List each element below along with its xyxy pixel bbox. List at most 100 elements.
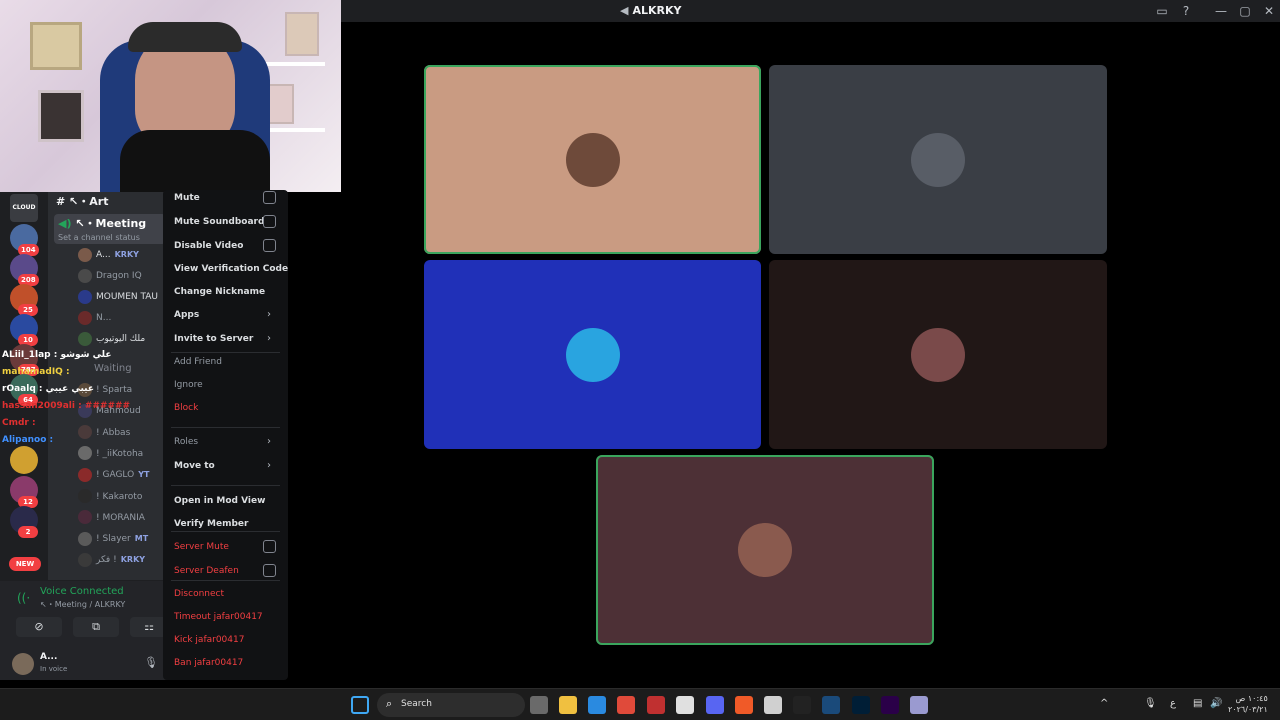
task-view-icon[interactable]	[530, 696, 548, 714]
premiere-icon[interactable]	[881, 696, 899, 714]
chat-message: hassan2009ali : ######	[2, 401, 131, 411]
voice-member[interactable]: N...	[78, 310, 111, 326]
chrome-icon[interactable]	[617, 696, 635, 714]
menu-item[interactable]: Move to	[174, 461, 215, 471]
app-icon[interactable]	[764, 696, 782, 714]
avatar	[78, 289, 92, 304]
menu-item[interactable]: Ignore	[174, 380, 203, 390]
app-icon-red[interactable]	[647, 696, 665, 714]
video-tile[interactable]	[424, 260, 761, 449]
server-icon[interactable]: CLOUD	[10, 194, 38, 222]
voice-member[interactable]: ! Kakaroto	[78, 489, 142, 505]
member-name: ملك اليوتيوب	[96, 334, 146, 344]
menu-item[interactable]: Invite to Server	[174, 334, 253, 344]
voice-member[interactable]: ! MORANIA	[78, 510, 145, 526]
app-icon-2[interactable]	[910, 696, 928, 714]
checkbox[interactable]	[263, 540, 276, 553]
microphone-icon[interactable]: 🎙	[1144, 698, 1157, 709]
store-icon[interactable]	[588, 696, 606, 714]
play-button-award	[285, 12, 319, 56]
capcut-icon[interactable]	[793, 696, 811, 714]
steam-icon[interactable]	[822, 696, 840, 714]
member-name: ! MORANIA	[96, 512, 145, 523]
avatar	[78, 467, 92, 482]
menu-item[interactable]: Roles	[174, 437, 198, 447]
checkbox[interactable]	[263, 191, 276, 204]
member-tag: MT	[134, 534, 149, 544]
keyboard-language[interactable]: ع	[1170, 698, 1176, 709]
menu-item[interactable]: Apps	[174, 310, 199, 320]
menu-item[interactable]: Kick jafar00417	[174, 635, 244, 645]
video-tile[interactable]	[424, 65, 761, 254]
member-tag: YT	[138, 470, 150, 480]
menu-item[interactable]: Add Friend	[174, 357, 222, 367]
network-icon[interactable]: ▤	[1193, 698, 1202, 709]
voice-member[interactable]: MOUMEN TAU	[78, 289, 158, 305]
voice-member[interactable]: ملك اليوتيوب	[78, 331, 145, 347]
close-button[interactable]: ✕	[1261, 3, 1277, 19]
video-tile[interactable]	[596, 455, 934, 645]
chevron-up-icon[interactable]: ^	[1100, 698, 1108, 709]
avatar	[78, 531, 92, 546]
menu-divider	[171, 352, 280, 353]
avatar[interactable]	[12, 653, 34, 675]
chat-message: ALiiI_1lap : علي شوشو	[2, 350, 112, 360]
menu-item[interactable]: Disconnect	[174, 589, 224, 599]
member-name: ! Slayer	[96, 534, 131, 545]
voice-member[interactable]: فكر ! KRKY	[78, 552, 145, 568]
menu-item[interactable]: Block	[174, 403, 198, 413]
menu-item[interactable]: View Verification Code	[174, 264, 288, 274]
search-icon: ⌕	[386, 697, 393, 710]
avatar	[78, 310, 92, 325]
voice-channel[interactable]: ↖・Meeting / ALKRKY	[40, 599, 125, 610]
menu-item[interactable]: Server Deafen	[174, 566, 239, 576]
voice-member[interactable]: ! GAGLO YT	[78, 467, 149, 483]
inbox-icon[interactable]: ▭	[1154, 3, 1170, 19]
obs-icon[interactable]	[676, 696, 694, 714]
menu-item[interactable]: Verify Member	[174, 519, 248, 529]
channel-status[interactable]: Set a channel status	[58, 233, 162, 242]
minimize-button[interactable]: —	[1213, 3, 1229, 19]
file-explorer-icon[interactable]	[559, 696, 577, 714]
checkbox[interactable]	[263, 239, 276, 252]
screen-share-icon[interactable]: ⧉	[73, 617, 119, 637]
checkbox[interactable]	[263, 215, 276, 228]
help-icon[interactable]: ?	[1178, 3, 1194, 19]
voice-member[interactable]: ! Slayer MT	[78, 531, 148, 547]
search-input[interactable]: ⌕ Search	[377, 693, 525, 717]
menu-item[interactable]: Timeout jafar00417	[174, 612, 263, 622]
menu-item[interactable]: Open in Mod View	[174, 496, 265, 506]
menu-item[interactable]: Mute	[174, 193, 200, 203]
voice-member[interactable]: Dragon IQ	[78, 268, 142, 284]
checkbox[interactable]	[263, 564, 276, 577]
channel-meeting[interactable]: ◀) ↖・Meeting Set a channel status	[54, 214, 166, 244]
video-tile[interactable]	[769, 260, 1107, 449]
volume-icon[interactable]: 🔊	[1210, 698, 1222, 709]
menu-item[interactable]: Server Mute	[174, 542, 229, 552]
microphone-icon[interactable]: 🎙	[144, 656, 158, 669]
video-tile[interactable]	[769, 65, 1107, 254]
participant-avatar	[738, 523, 792, 577]
member-name: ! GAGLO	[96, 470, 135, 481]
start-button[interactable]	[351, 696, 369, 714]
photoshop-icon[interactable]	[852, 696, 870, 714]
brave-icon[interactable]	[735, 696, 753, 714]
menu-item[interactable]: Ban jafar00417	[174, 658, 243, 668]
menu-divider	[171, 531, 280, 532]
member-tag: KRKY	[120, 555, 146, 565]
avatar	[78, 331, 92, 346]
voice-status[interactable]: Voice Connected	[40, 586, 124, 597]
context-menu: Mute Mute Soundboard Disable Video View Ver…	[163, 190, 288, 680]
menu-item[interactable]: Mute Soundboard	[174, 217, 264, 227]
maximize-button[interactable]: ▢	[1237, 3, 1253, 19]
signal-icon: ((·	[17, 591, 31, 605]
camera-off-icon[interactable]: ⊘	[16, 617, 62, 637]
clock[interactable]: ١٠:٤٥ ص ٢٠٢٦/٠٣/٢١	[1228, 693, 1268, 715]
discord-icon[interactable]	[706, 696, 724, 714]
wall-frame	[38, 90, 84, 142]
channel-art[interactable]: # ↖・Art	[56, 193, 108, 209]
menu-item[interactable]: Change Nickname	[174, 287, 265, 297]
voice-member[interactable]: A... KRKY	[78, 247, 139, 263]
chat-message: mahamadIQ :	[2, 367, 70, 377]
menu-item[interactable]: Disable Video	[174, 241, 243, 251]
